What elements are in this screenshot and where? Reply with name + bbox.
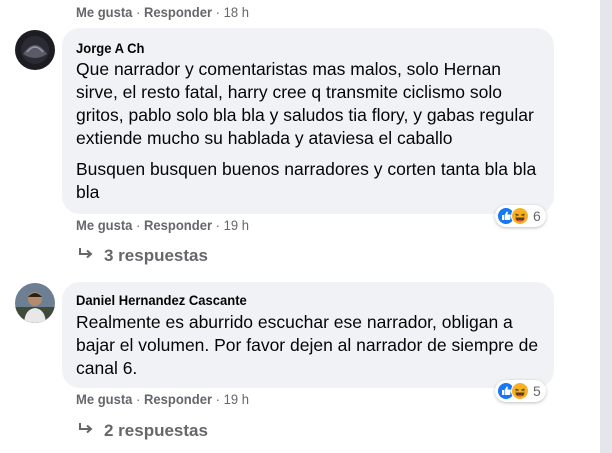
reaction-count: 5 — [533, 383, 541, 399]
reply-arrow-icon — [78, 421, 94, 441]
comment-text: Realmente es aburrido escuchar ese narra… — [76, 311, 542, 380]
view-replies-button[interactable]: 3 respuestas — [78, 246, 208, 266]
scrollbar-track[interactable] — [600, 0, 612, 453]
comment-paragraph: Realmente es aburrido escuchar ese narra… — [76, 312, 539, 378]
comment-author[interactable]: Jorge A Ch — [76, 40, 144, 56]
previous-comment-actions: Me gusta · Responder · 18 h — [76, 4, 249, 20]
like-link[interactable]: Me gusta — [76, 4, 132, 20]
comment-paragraph: Que narrador y comentaristas mas malos, … — [76, 59, 534, 148]
replies-count-label: 2 respuestas — [104, 421, 208, 440]
timestamp[interactable]: 19 h — [224, 391, 249, 407]
comment-text: Que narrador y comentaristas mas malos, … — [76, 58, 544, 204]
replies-count-label: 3 respuestas — [104, 246, 208, 265]
haha-icon — [511, 382, 529, 400]
haha-icon — [511, 207, 529, 225]
reply-link[interactable]: Responder — [144, 391, 212, 407]
comment-actions: Me gusta · Responder · 19 h — [76, 391, 249, 407]
reactions-summary[interactable]: 6 — [495, 205, 546, 227]
like-link[interactable]: Me gusta — [76, 217, 132, 233]
avatar[interactable] — [15, 283, 55, 323]
comment-paragraph: Busquen busquen buenos narradores y cort… — [76, 159, 537, 202]
avatar-image — [15, 283, 55, 323]
avatar[interactable] — [15, 30, 55, 70]
reactions-summary[interactable]: 5 — [495, 380, 546, 402]
like-link[interactable]: Me gusta — [76, 391, 132, 407]
timestamp[interactable]: 19 h — [224, 217, 249, 233]
reply-arrow-icon — [78, 246, 94, 266]
view-replies-button[interactable]: 2 respuestas — [78, 421, 208, 441]
avatar-image — [15, 30, 55, 70]
reaction-count: 6 — [533, 208, 541, 224]
reply-link[interactable]: Responder — [144, 217, 212, 233]
reply-link[interactable]: Responder — [144, 4, 212, 20]
timestamp[interactable]: 18 h — [224, 4, 249, 20]
comment-actions: Me gusta · Responder · 19 h — [76, 217, 249, 233]
comment-author[interactable]: Daniel Hernandez Cascante — [76, 292, 247, 308]
